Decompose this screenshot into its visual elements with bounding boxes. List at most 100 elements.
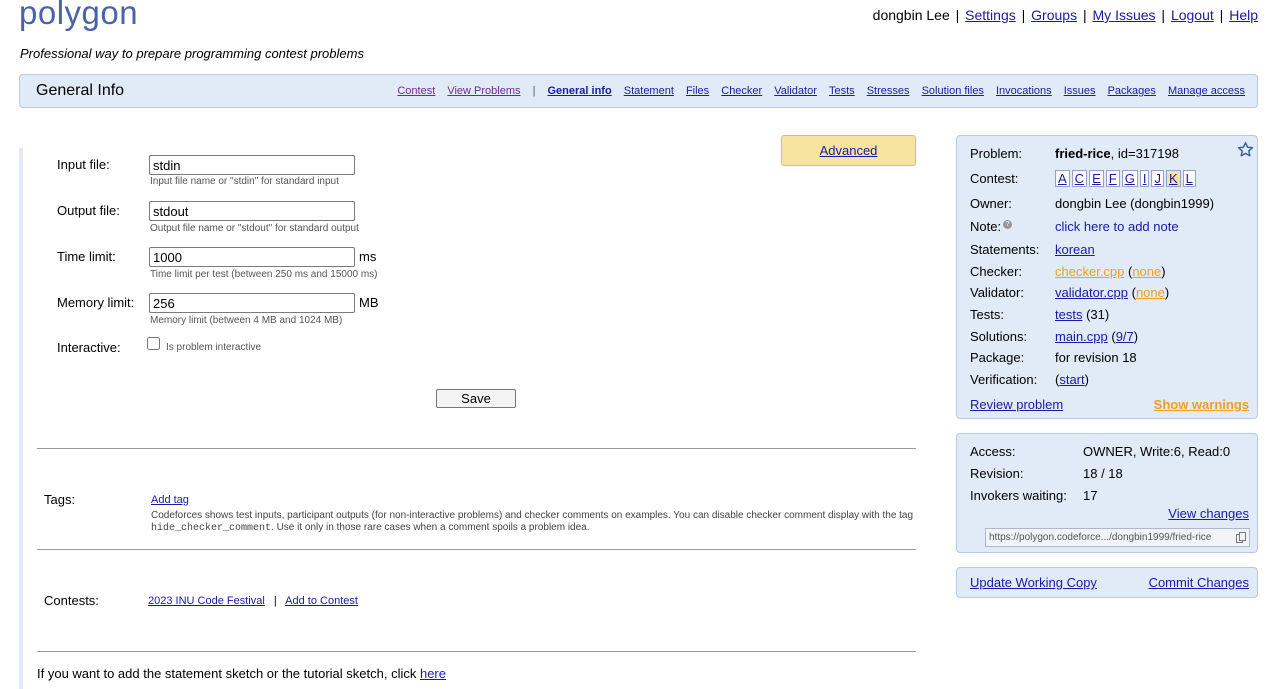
tab-statement[interactable]: Statement [624, 85, 674, 97]
tagline: Professional way to prepare programming … [20, 46, 364, 61]
my-issues-link[interactable]: My Issues [1093, 7, 1156, 23]
contest-letter-c[interactable]: C [1071, 170, 1088, 187]
problem-url-field[interactable]: https://polygon.codeforce.../dongbin1999… [985, 528, 1250, 547]
tags-description-code: hide_checker_comment [151, 523, 272, 534]
tags-description: Codeforces shows test inputs, participan… [151, 510, 941, 535]
advanced-button[interactable]: Advanced [781, 135, 916, 166]
tabs-separator: | [532, 85, 536, 97]
contest-letters: ACEFGIJKL [1055, 170, 1198, 188]
interactive-label: Interactive: [57, 340, 121, 355]
user-nav: dongbin Lee | Settings | Groups | My Iss… [872, 7, 1258, 23]
solution-file-link[interactable]: main.cpp [1055, 329, 1108, 344]
view-changes-link[interactable]: View changes [1168, 506, 1249, 521]
contest-letter-i[interactable]: I [1139, 170, 1150, 187]
tab-solution-files[interactable]: Solution files [922, 85, 984, 97]
memory-limit-field[interactable] [149, 293, 355, 313]
contest-letter-k[interactable]: K [1165, 170, 1181, 187]
logout-link[interactable]: Logout [1171, 7, 1214, 23]
tab-packages[interactable]: Packages [1108, 85, 1156, 97]
tab-contest[interactable]: Contest [397, 85, 435, 97]
settings-link[interactable]: Settings [965, 7, 1016, 23]
statement-korean-link[interactable]: korean [1055, 242, 1095, 257]
memory-limit-label: Memory limit: [57, 295, 135, 310]
access-value: OWNER, Write:6, Read:0 [1083, 444, 1231, 459]
contest-letter-e[interactable]: E [1089, 170, 1104, 187]
username: dongbin Lee [872, 7, 950, 23]
contest-letter-f[interactable]: F [1105, 170, 1120, 187]
review-problem-link[interactable]: Review problem [970, 397, 1063, 412]
owner-label: Owner: [970, 196, 1012, 211]
tests-link[interactable]: tests [1055, 307, 1082, 322]
problem-id: , id=317198 [1110, 146, 1179, 161]
help-link[interactable]: Help [1229, 7, 1258, 23]
polygon-logo[interactable]: polygon [19, 0, 138, 32]
checker-label: Checker: [970, 264, 1023, 279]
problem-name-text: fried-rice [1055, 146, 1111, 161]
revision-value: 18 / 18 [1083, 466, 1123, 481]
groups-link[interactable]: Groups [1031, 7, 1077, 23]
input-file-label: Input file: [57, 157, 110, 172]
tab-files[interactable]: Files [686, 85, 709, 97]
update-working-copy-link[interactable]: Update Working Copy [970, 575, 1097, 590]
tab-invocations[interactable]: Invocations [996, 85, 1052, 97]
contests-separator: | [273, 595, 277, 607]
invokers-label: Invokers waiting: [970, 488, 1067, 503]
validator-label: Validator: [970, 285, 1024, 300]
tab-manage-access[interactable]: Manage access [1168, 85, 1245, 97]
checker-value: checker.cpp (none) [1055, 264, 1166, 279]
input-file-field[interactable] [149, 155, 355, 175]
save-button[interactable]: Save [436, 389, 516, 408]
solutions-label: Solutions: [970, 329, 1028, 344]
tab-checker[interactable]: Checker [721, 85, 762, 97]
validator-file-link[interactable]: validator.cpp [1055, 285, 1128, 300]
tab-tests[interactable]: Tests [829, 85, 855, 97]
time-limit-field[interactable] [149, 247, 355, 267]
star-icon[interactable] [1237, 141, 1254, 163]
verification-start-link[interactable]: start [1059, 372, 1084, 387]
solutions-value: main.cpp (9/7) [1055, 329, 1139, 344]
contests-label: Contests: [44, 593, 99, 608]
solutions-ratio-link[interactable]: 9/7 [1116, 329, 1134, 344]
invokers-value: 17 [1083, 488, 1098, 503]
divider [37, 448, 916, 449]
output-file-field[interactable] [149, 201, 355, 221]
add-tag-link[interactable]: Add tag [151, 494, 189, 506]
checker-file-link[interactable]: checker.cpp [1055, 264, 1124, 279]
show-warnings-link[interactable]: Show warnings [1154, 397, 1249, 412]
contest-letter-l[interactable]: L [1182, 170, 1196, 187]
owner-value: dongbin Lee (dongbin1999) [1055, 196, 1215, 211]
content-left-border [19, 148, 23, 689]
problem-url-text: https://polygon.codeforce.../dongbin1999… [989, 532, 1212, 543]
package-value: for revision 18 [1055, 350, 1137, 365]
note-label-text: Note: [970, 219, 1002, 234]
tags-description-text: Codeforces shows test inputs, participan… [151, 510, 914, 521]
add-to-contest-link[interactable]: Add to Contest [285, 595, 358, 607]
interactive-checkbox-label: Is problem interactive [166, 342, 262, 353]
tab-issues[interactable]: Issues [1064, 85, 1096, 97]
help-icon[interactable]: ? [1003, 219, 1013, 229]
memory-limit-hint: Memory limit (between 4 MB and 1024 MB) [150, 315, 343, 326]
contest-letter-j[interactable]: J [1151, 170, 1164, 187]
tab-validator[interactable]: Validator [774, 85, 817, 97]
interactive-checkbox[interactable] [147, 337, 160, 350]
problem-tabs: Contest View Problems | General info Sta… [388, 85, 1245, 97]
copy-icon[interactable] [1236, 532, 1246, 543]
contest-link[interactable]: 2023 INU Code Festival [148, 595, 265, 607]
divider [37, 651, 916, 652]
add-note-link[interactable]: click here to add note [1055, 219, 1179, 234]
commit-changes-link[interactable]: Commit Changes [1149, 575, 1249, 590]
contest-letter-g[interactable]: G [1121, 170, 1138, 187]
contest-letter-a[interactable]: A [1055, 170, 1070, 187]
tests-label: Tests: [970, 307, 1004, 322]
tab-view-problems[interactable]: View Problems [447, 85, 520, 97]
note-label: Note:? [970, 219, 1013, 234]
sketch-here-link[interactable]: here [420, 666, 446, 681]
tab-general-info[interactable]: General info [548, 85, 612, 97]
sketch-note: If you want to add the statement sketch … [37, 666, 446, 681]
checker-status-link[interactable]: none [1132, 264, 1161, 279]
memory-limit-unit: MB [359, 295, 379, 310]
tab-stresses[interactable]: Stresses [867, 85, 910, 97]
validator-status-link[interactable]: none [1136, 285, 1165, 300]
time-limit-label: Time limit: [57, 249, 116, 264]
menu-bar: General Info Contest View Problems | Gen… [19, 74, 1258, 108]
